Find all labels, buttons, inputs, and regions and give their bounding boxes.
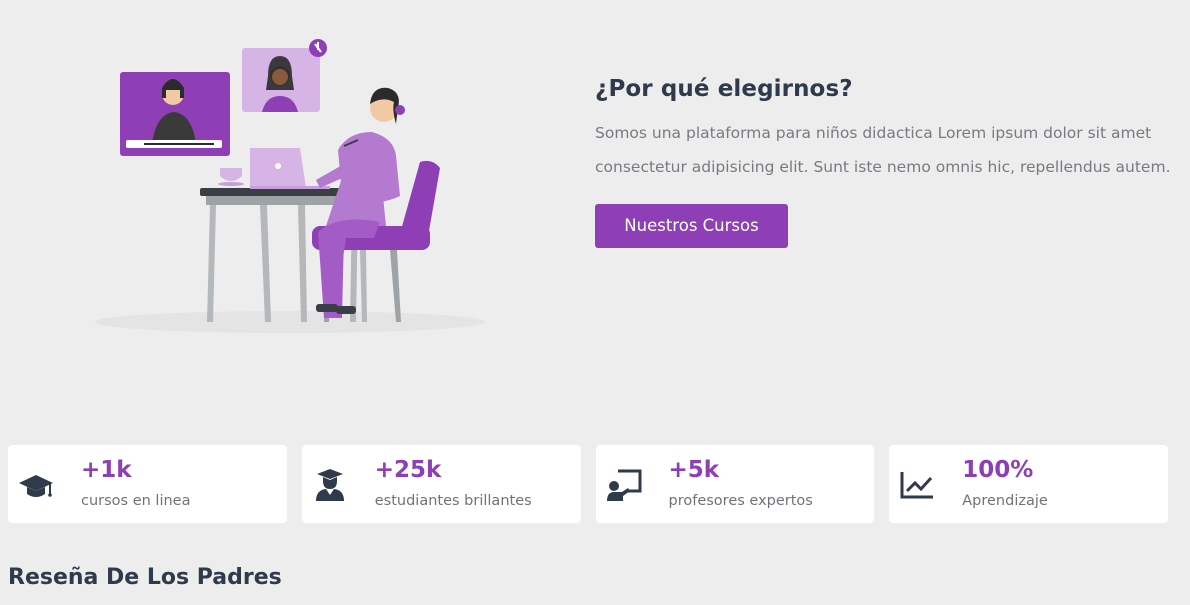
graduation-cap-icon <box>19 475 53 497</box>
online-learning-illustration <box>95 39 485 333</box>
line-chart-icon <box>900 472 934 499</box>
stat-value: +1k <box>81 457 132 483</box>
stat-value: +5k <box>668 457 720 483</box>
parent-reviews-title: Reseña De Los Padres <box>8 565 282 590</box>
stat-label: profesores expertos <box>668 493 813 509</box>
stats-row: +1k cursos en linea +25k estudiantes bri… <box>8 445 1168 523</box>
graduate-student-icon <box>315 469 344 501</box>
stat-card-students: +25k estudiantes brillantes <box>301 445 581 523</box>
stat-card-learning: 100% Aprendizaje <box>889 445 1168 523</box>
stat-value: +25k <box>374 457 442 483</box>
why-choose-us-title: ¿Por qué elegirnos? <box>595 76 853 102</box>
teacher-board-icon <box>606 469 641 501</box>
stat-label: Aprendizaje <box>962 493 1048 509</box>
stat-value: 100% <box>962 457 1034 483</box>
stat-card-courses: +1k cursos en linea <box>8 445 287 523</box>
stat-card-teachers: +5k profesores expertos <box>595 445 875 523</box>
our-courses-button[interactable]: Nuestros Cursos <box>595 204 788 248</box>
why-choose-us-section: ¿Por qué elegirnos? Somos una plataforma… <box>595 76 1175 248</box>
stat-label: cursos en linea <box>81 493 191 509</box>
why-choose-us-description: Somos una plataforma para niños didactic… <box>595 124 1171 176</box>
stat-label: estudiantes brillantes <box>374 493 532 509</box>
